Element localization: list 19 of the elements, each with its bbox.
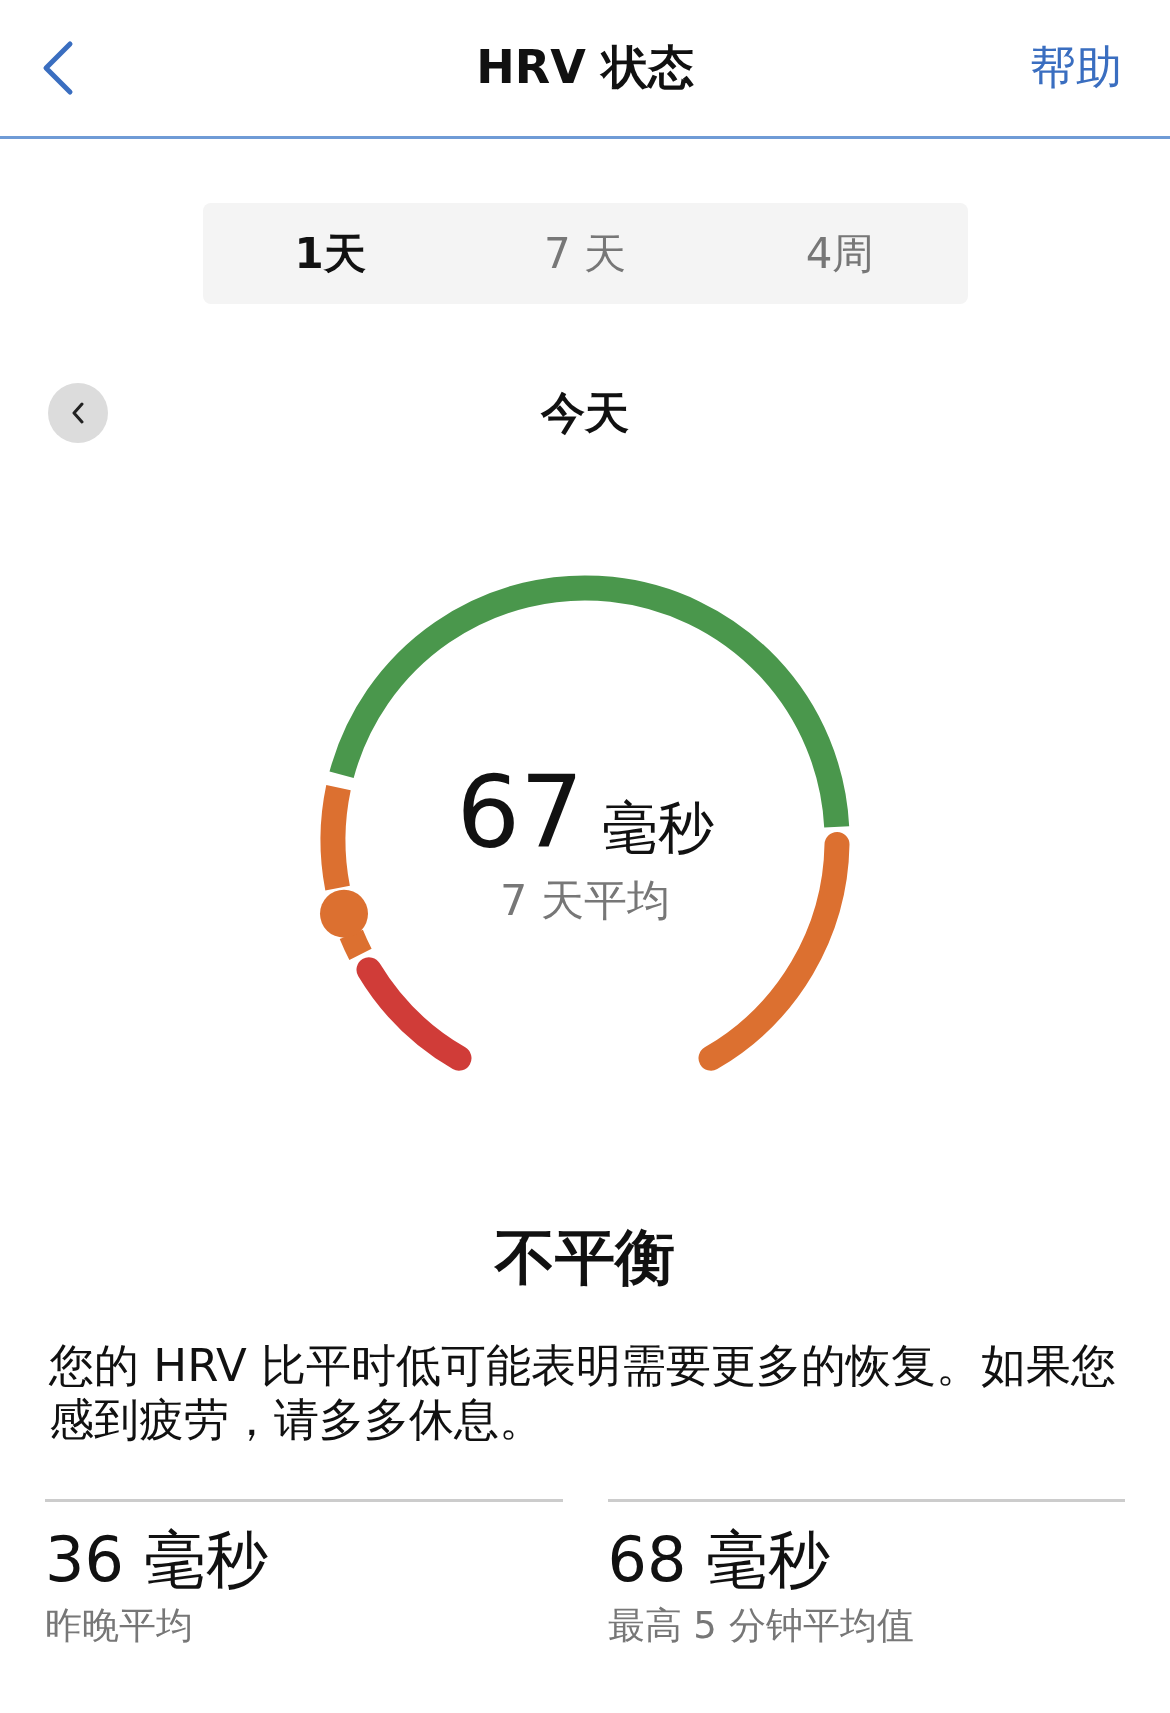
- help-link[interactable]: 帮助: [1030, 37, 1122, 99]
- period-tab[interactable]: 7 天: [457, 203, 713, 304]
- stat-value: 36 毫秒: [45, 1524, 269, 1596]
- date-label: 今天: [541, 385, 629, 440]
- previous-day-button[interactable]: [48, 383, 108, 443]
- unit-label: 毫秒: [601, 794, 714, 862]
- status-title: 不平衡: [493, 1221, 676, 1294]
- stat-value: 68 毫秒: [607, 1524, 832, 1596]
- status-message: 您的 HRV 比平时低可能表明需要更多的恢复。如果您感到疲劳，请多多休息。: [49, 1339, 1118, 1447]
- chevron-left-icon: [71, 402, 85, 424]
- stat-label: 最高 5 分钟平均值: [607, 1603, 915, 1650]
- period-tab[interactable]: 1天: [202, 203, 458, 304]
- hrv-value: 67: [456, 758, 584, 868]
- average-caption: 7 天平均: [500, 874, 670, 927]
- gauge-marker: [320, 889, 368, 938]
- page-title: HRV 状态: [476, 40, 694, 94]
- caution-zone-arc: [339, 929, 372, 960]
- stat-label: 昨晚平均: [45, 1603, 194, 1650]
- period-tab[interactable]: 4周: [712, 203, 968, 304]
